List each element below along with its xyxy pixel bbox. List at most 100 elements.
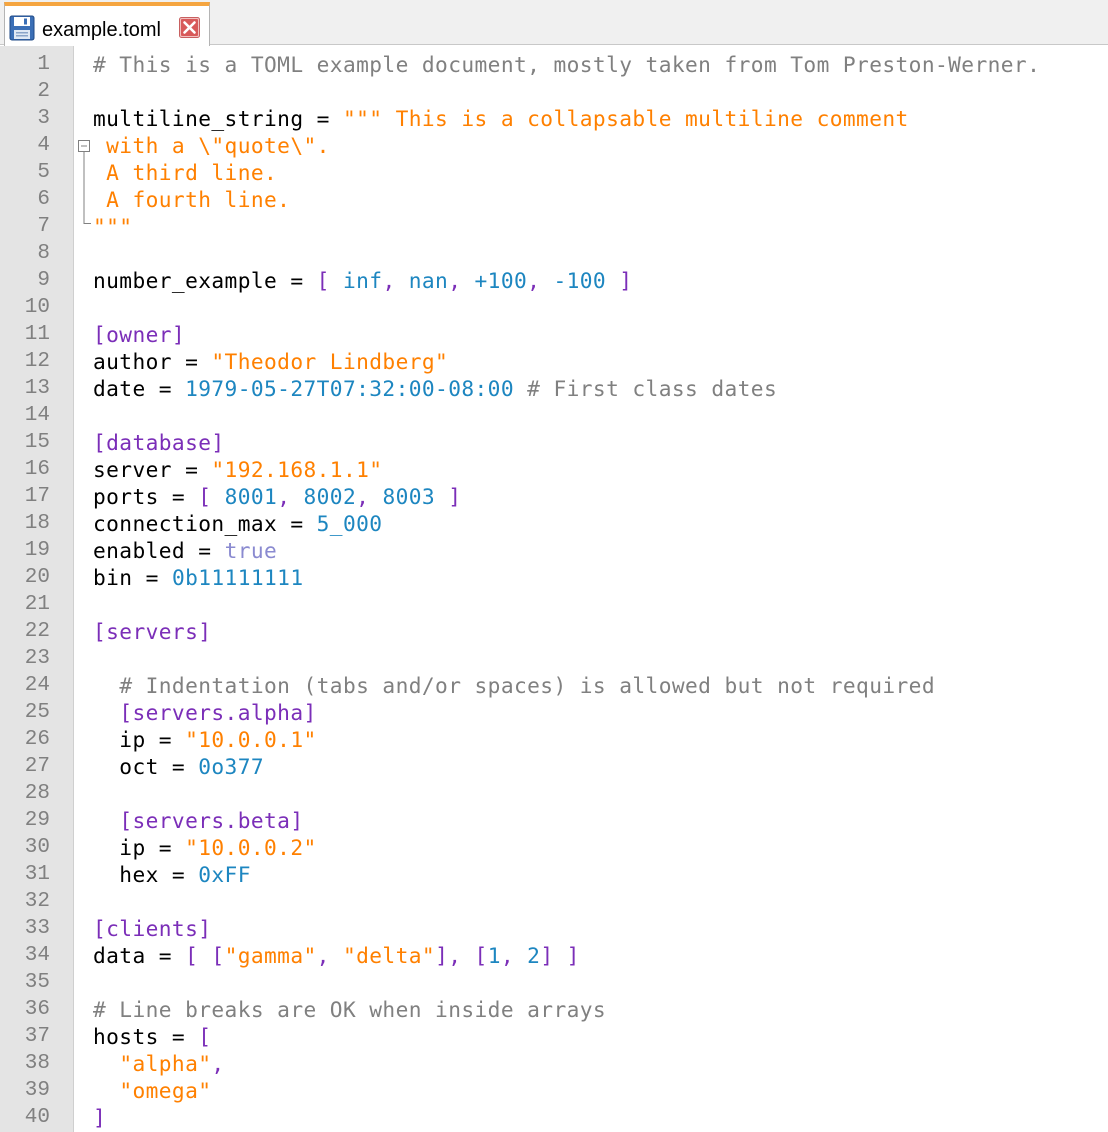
code-line[interactable]: 33 [clients] — [0, 915, 1108, 942]
close-x-icon[interactable] — [179, 17, 200, 38]
code-line[interactable]: 17 ports = [ 8001, 8002, 8003 ] — [0, 483, 1108, 510]
code-line[interactable]: 10 — [0, 294, 1108, 321]
line-number: 11 — [24, 323, 50, 346]
code-line[interactable]: 25 [servers.alpha] — [0, 699, 1108, 726]
code-line[interactable]: 21 — [0, 591, 1108, 618]
code-line[interactable]: 35 — [0, 969, 1108, 996]
code-line[interactable]: 14 — [0, 402, 1108, 429]
line-number: 32 — [24, 890, 50, 913]
code-text: # Indentation (tabs and/or spaces) is al… — [93, 672, 935, 699]
code-text: [database] — [93, 429, 225, 456]
code-token: """ — [93, 214, 133, 239]
tab-example-toml[interactable]: example.toml — [4, 2, 210, 46]
tab-filename: example.toml — [42, 19, 161, 41]
code-line[interactable]: 18 connection_max = 5_000 — [0, 510, 1108, 537]
code-text: enabled = true — [93, 537, 277, 564]
code-line[interactable]: 23 — [0, 645, 1108, 672]
code-line[interactable]: 9 number_example = [ inf, nan, +100, -100… — [0, 267, 1108, 294]
code-line[interactable]: 2 — [0, 78, 1108, 105]
line-number: 16 — [24, 458, 50, 481]
code-token: [ — [316, 268, 343, 293]
code-line[interactable]: 37 hosts = [ — [0, 1023, 1108, 1050]
code-token: "Theodor Lindberg" — [211, 349, 449, 374]
code-line[interactable]: 32 — [0, 888, 1108, 915]
line-number: 21 — [24, 593, 50, 616]
code-token: , — [527, 268, 554, 293]
code-token: , — [356, 484, 383, 509]
code-line[interactable]: 11 [owner] — [0, 321, 1108, 348]
code-line[interactable]: 1 # This is a TOML example document, most… — [0, 51, 1108, 78]
code-token: 0xFF — [198, 862, 251, 887]
code-token: A third line. — [93, 160, 278, 185]
line-number: 30 — [24, 836, 50, 859]
code-line[interactable]: 16 server = "192.168.1.1" — [0, 456, 1108, 483]
code-token: [ — [198, 1024, 212, 1049]
code-editor[interactable]: 1 # This is a TOML example document, most… — [0, 46, 1108, 1132]
code-line[interactable]: 29 [servers.beta] — [0, 807, 1108, 834]
code-line[interactable]: 36 # Line breaks are OK when inside array… — [0, 996, 1108, 1023]
code-token: "10.0.0.1" — [185, 727, 317, 752]
code-line[interactable]: 6 A fourth line. — [0, 186, 1108, 213]
code-token: bin = — [93, 565, 172, 590]
code-text: "omega" — [93, 1077, 211, 1104]
code-line[interactable]: 31 hex = 0xFF — [0, 861, 1108, 888]
code-token: hex = — [93, 862, 199, 887]
code-text: # Line breaks are OK when inside arrays — [93, 996, 606, 1023]
code-text: ip = "10.0.0.2" — [93, 834, 317, 861]
code-token: # First class dates — [514, 376, 778, 401]
code-line[interactable]: 30 ip = "10.0.0.2" — [0, 834, 1108, 861]
code-line[interactable]: 7 """ — [0, 213, 1108, 240]
line-number: 10 — [24, 296, 50, 319]
line-number: 18 — [24, 512, 50, 535]
code-token: # Line breaks are OK when inside arrays — [93, 997, 607, 1022]
code-line[interactable]: 38 "alpha", — [0, 1050, 1108, 1077]
line-number: 2 — [37, 80, 50, 103]
code-line[interactable]: 4 with a \"quote\". — [0, 132, 1108, 159]
code-line[interactable]: 20 bin = 0b11111111 — [0, 564, 1108, 591]
code-token: "alpha" — [119, 1051, 212, 1076]
line-number: 29 — [24, 809, 50, 832]
code-token: ports = — [93, 484, 199, 509]
line-number: 38 — [24, 1052, 50, 1075]
code-text: """ — [93, 213, 132, 240]
code-line[interactable]: 8 — [0, 240, 1108, 267]
code-line[interactable]: 40] — [0, 1104, 1108, 1131]
line-number: 9 — [37, 269, 50, 292]
line-number: 6 — [37, 188, 50, 211]
floppy-disk-icon — [9, 15, 35, 41]
code-token: data = — [93, 943, 186, 968]
code-text: number_example = [ inf, nan, +100, -100 … — [93, 267, 632, 294]
code-line[interactable]: 34 data = [ ["gamma", "delta"], [1, 2] ] — [0, 942, 1108, 969]
code-line[interactable]: 13 date = 1979-05-27T07:32:00-08:00 # Fir… — [0, 375, 1108, 402]
code-line[interactable]: 19 enabled = true — [0, 537, 1108, 564]
code-line[interactable]: 22 [servers] — [0, 618, 1108, 645]
code-token: ] — [606, 268, 633, 293]
code-line[interactable]: 3 multiline_string = """ This is a collap… — [0, 105, 1108, 132]
code-line[interactable]: 5 A third line. — [0, 159, 1108, 186]
code-token: [servers.beta] — [119, 808, 304, 833]
code-token: ] — [93, 1105, 107, 1130]
code-line[interactable]: 39 "omega" — [0, 1077, 1108, 1104]
code-line[interactable]: 15 [database] — [0, 429, 1108, 456]
line-number: 37 — [24, 1025, 50, 1048]
code-line[interactable]: 27 oct = 0o377 — [0, 753, 1108, 780]
code-line[interactable]: 24 # Indentation (tabs and/or spaces) is… — [0, 672, 1108, 699]
code-line[interactable]: 26 ip = "10.0.0.1" — [0, 726, 1108, 753]
code-token: , — [500, 943, 528, 968]
code-token: ] ] — [540, 943, 580, 968]
code-token: 1 — [487, 943, 501, 968]
line-number: 1 — [37, 53, 50, 76]
code-line[interactable]: 12 author = "Theodor Lindberg" — [0, 348, 1108, 375]
line-number: 14 — [24, 404, 50, 427]
code-text: ] — [93, 1104, 106, 1131]
line-number: 36 — [24, 998, 50, 1021]
line-number: 33 — [24, 917, 50, 940]
line-number: 5 — [37, 161, 50, 184]
code-line[interactable]: 28 — [0, 780, 1108, 807]
code-text: connection_max = 5_000 — [93, 510, 382, 537]
line-number: 13 — [24, 377, 50, 400]
code-token: "delta" — [342, 943, 436, 968]
code-token: , — [382, 268, 409, 293]
code-lines: 1 # This is a TOML example document, most… — [0, 51, 1108, 1131]
